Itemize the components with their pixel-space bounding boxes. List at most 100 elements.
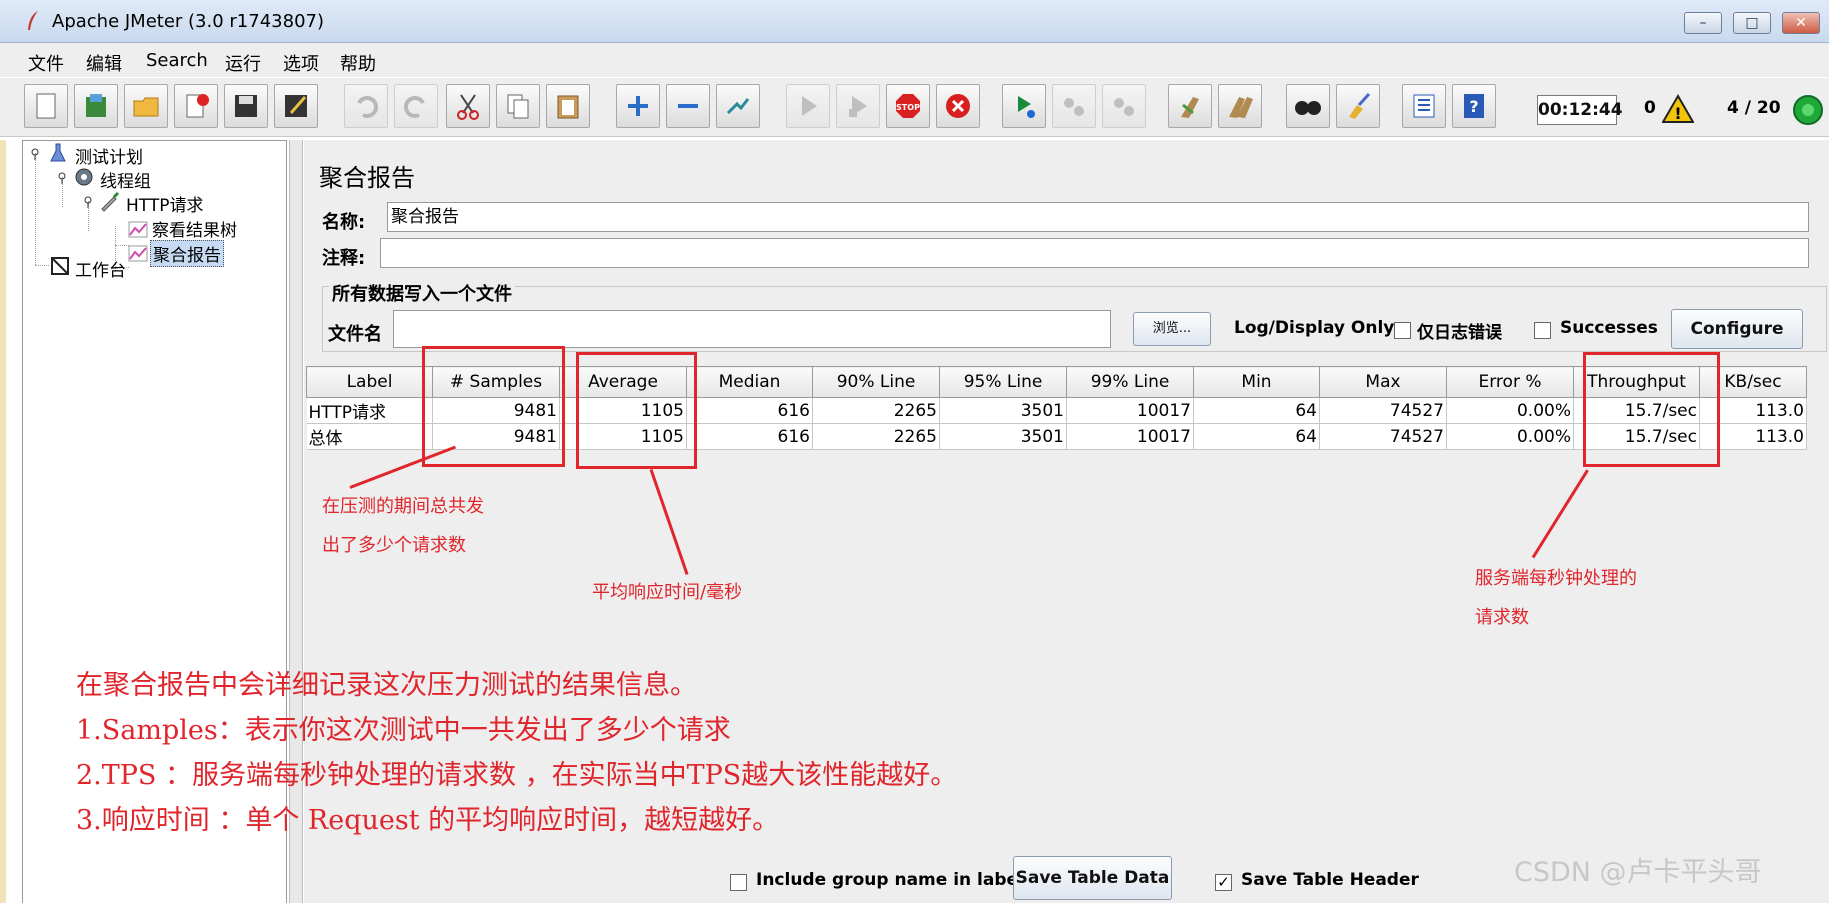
tree-item-workbench[interactable]: 工作台 bbox=[75, 256, 126, 281]
search-button[interactable] bbox=[1286, 84, 1330, 128]
tree-item-http-request[interactable]: HTTP请求 bbox=[126, 191, 204, 216]
tree-item-view-results-tree[interactable]: 察看结果树 bbox=[152, 216, 237, 241]
close-file-button[interactable] bbox=[174, 84, 218, 128]
minimize-button[interactable]: – bbox=[1684, 12, 1722, 34]
column-header[interactable]: Min bbox=[1193, 366, 1320, 398]
column-header[interactable]: 90% Line bbox=[812, 366, 940, 398]
warning-icon[interactable]: ! bbox=[1662, 94, 1694, 124]
tree-item-aggregate-report[interactable]: 聚合报告 bbox=[150, 240, 224, 267]
stop-icon: STOP bbox=[896, 94, 920, 118]
watermark: CSDN @卢卡平头哥 bbox=[1514, 857, 1762, 888]
reset-search-button[interactable] bbox=[1336, 84, 1380, 128]
table-cell: 64 bbox=[1193, 423, 1320, 450]
expand-icon bbox=[628, 96, 648, 116]
shutdown-button[interactable] bbox=[936, 84, 980, 128]
close-window-button[interactable]: ✕ bbox=[1782, 12, 1820, 34]
menu-edit[interactable]: 编辑 bbox=[86, 50, 122, 76]
save-button[interactable] bbox=[224, 84, 268, 128]
window-title: Apache JMeter (3.0 r1743807) bbox=[52, 11, 324, 32]
thread-group-gear-icon bbox=[75, 168, 93, 186]
clear-button[interactable] bbox=[1168, 84, 1212, 128]
menu-search[interactable]: Search bbox=[146, 50, 208, 71]
tree-item-test-plan[interactable]: 测试计划 bbox=[75, 143, 143, 168]
undo-button[interactable] bbox=[344, 84, 388, 128]
shutdown-icon bbox=[946, 94, 970, 118]
menu-options[interactable]: 选项 bbox=[283, 50, 319, 76]
table-cell: 74527 bbox=[1319, 397, 1447, 424]
save-as-icon bbox=[285, 95, 307, 117]
paste-button[interactable] bbox=[546, 84, 590, 128]
average-note: 平均响应时间/毫秒 bbox=[592, 582, 743, 603]
expand-toggle-icon[interactable] bbox=[83, 196, 93, 208]
comment-label: 注释: bbox=[322, 248, 366, 269]
new-button[interactable] bbox=[24, 84, 68, 128]
redo-icon bbox=[403, 95, 425, 118]
elapsed-timer: 00:12:44 bbox=[1537, 95, 1623, 125]
browse-button[interactable]: 浏览... bbox=[1133, 312, 1211, 346]
menu-help[interactable]: 帮助 bbox=[340, 50, 376, 76]
save-table-header-label: Save Table Header bbox=[1241, 870, 1419, 890]
help-button[interactable]: ? bbox=[1452, 84, 1496, 128]
start-button[interactable] bbox=[786, 84, 830, 128]
start-no-timers-button[interactable] bbox=[836, 84, 880, 128]
tree-item-thread-group[interactable]: 线程组 bbox=[100, 167, 151, 192]
svg-text:STOP: STOP bbox=[896, 103, 920, 112]
comment-field[interactable] bbox=[380, 238, 1809, 268]
remote-exit-button[interactable] bbox=[1102, 84, 1146, 128]
toggle-button[interactable] bbox=[716, 84, 760, 128]
maximize-button[interactable]: □ bbox=[1733, 12, 1771, 34]
collapse-icon bbox=[678, 104, 698, 108]
table-cell: 616 bbox=[686, 423, 813, 450]
column-header[interactable]: Median bbox=[686, 366, 813, 398]
average-highlight-box bbox=[576, 352, 697, 469]
expand-button[interactable] bbox=[616, 84, 660, 128]
errors-only-checkbox[interactable] bbox=[1394, 322, 1411, 339]
table-cell: 10017 bbox=[1066, 423, 1194, 450]
filename-input[interactable] bbox=[393, 310, 1111, 348]
search-icon bbox=[1295, 101, 1321, 115]
listener-graph-icon bbox=[128, 221, 148, 238]
table-cell: 2265 bbox=[812, 397, 940, 424]
column-header[interactable]: 99% Line bbox=[1066, 366, 1194, 398]
copy-icon bbox=[507, 94, 529, 119]
table-cell: HTTP请求 bbox=[306, 397, 433, 424]
expand-toggle-icon[interactable] bbox=[30, 148, 40, 160]
column-header[interactable]: Label bbox=[306, 366, 433, 398]
stop-button[interactable]: STOP bbox=[886, 84, 930, 128]
column-header[interactable]: Error % bbox=[1446, 366, 1574, 398]
clear-all-icon bbox=[1229, 97, 1253, 118]
help-icon: ? bbox=[1464, 94, 1484, 118]
save-table-header-checkbox[interactable]: ✓ bbox=[1215, 874, 1232, 891]
start-icon bbox=[802, 96, 817, 116]
remote-start-icon bbox=[1018, 96, 1035, 118]
tree-line bbox=[35, 265, 49, 266]
remote-stop-button[interactable] bbox=[1052, 84, 1096, 128]
configure-button[interactable]: Configure bbox=[1671, 309, 1803, 349]
table-cell: 3501 bbox=[939, 397, 1067, 424]
expand-toggle-icon[interactable] bbox=[57, 172, 67, 184]
save-table-data-button[interactable]: Save Table Data bbox=[1013, 856, 1172, 900]
remote-start-button[interactable] bbox=[1002, 84, 1046, 128]
copy-button[interactable] bbox=[496, 84, 540, 128]
open-button[interactable] bbox=[124, 84, 168, 128]
clear-all-button[interactable] bbox=[1218, 84, 1262, 128]
running-status-icon bbox=[1793, 95, 1823, 125]
include-group-checkbox[interactable] bbox=[730, 874, 747, 891]
save-as-button[interactable] bbox=[274, 84, 318, 128]
cut-button[interactable] bbox=[446, 84, 490, 128]
table-cell: 2265 bbox=[812, 423, 940, 450]
redo-button[interactable] bbox=[394, 84, 438, 128]
function-helper-button[interactable] bbox=[1402, 84, 1446, 128]
collapse-button[interactable] bbox=[666, 84, 710, 128]
column-header[interactable]: Max bbox=[1319, 366, 1447, 398]
successes-checkbox[interactable] bbox=[1534, 322, 1551, 339]
templates-button[interactable] bbox=[74, 84, 118, 128]
column-header[interactable]: 95% Line bbox=[939, 366, 1067, 398]
table-cell: 10017 bbox=[1066, 397, 1194, 424]
menu-file[interactable]: 文件 bbox=[28, 50, 64, 76]
name-field[interactable]: 聚合报告 bbox=[387, 202, 1809, 232]
clear-icon bbox=[1181, 97, 1199, 118]
workbench-icon bbox=[51, 257, 69, 275]
menu-run[interactable]: 运行 bbox=[225, 50, 261, 76]
left-edge-strip bbox=[0, 140, 6, 903]
